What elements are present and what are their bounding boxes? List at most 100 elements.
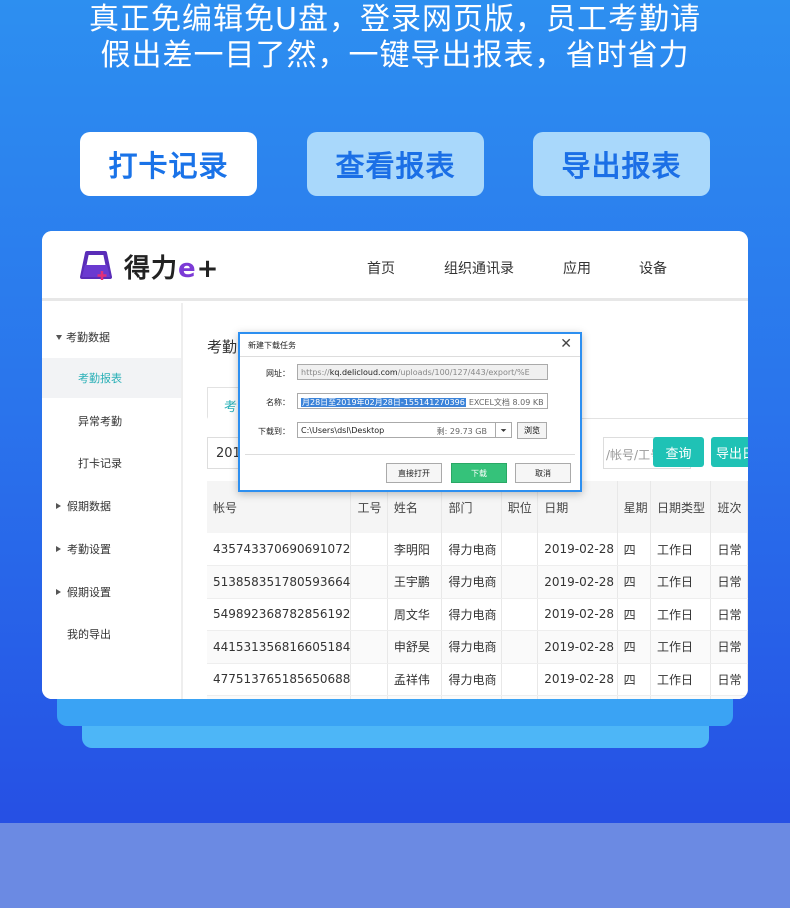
table-cell xyxy=(537,695,618,699)
table-cell: 435743370690691072 xyxy=(207,533,352,566)
table-cell xyxy=(501,533,539,566)
save-path-label: 下载到： xyxy=(258,427,290,436)
nav-home[interactable]: 首页 xyxy=(367,258,395,278)
feature-tab-view-report[interactable]: 查看报表 xyxy=(307,132,484,196)
sidebar-group-leave-settings[interactable]: 假期设置 xyxy=(42,572,181,612)
table-cell: 2019-02-28 xyxy=(537,565,618,599)
export-button[interactable]: 导出日 xyxy=(711,437,748,467)
url-host: kq.delicloud.com xyxy=(329,368,398,377)
table-cell: 工作日 xyxy=(650,565,712,599)
table-cell xyxy=(350,630,388,664)
bottom-band xyxy=(0,823,790,908)
table-cell: 工作日 xyxy=(650,598,712,631)
table-cell xyxy=(350,598,388,631)
table-cell xyxy=(710,695,748,699)
chevron-down-icon[interactable] xyxy=(495,422,511,438)
table-cell xyxy=(207,695,352,699)
download-button[interactable]: 下载 xyxy=(451,463,507,483)
table-cell xyxy=(501,695,539,699)
url-path: /uploads/100/127/443/export/%E xyxy=(397,368,530,377)
table-cell xyxy=(501,630,539,664)
table-cell: 得力电商 xyxy=(441,565,502,599)
url-field: https://kq.delicloud.com/uploads/100/127… xyxy=(297,364,548,380)
sidebar-group-attendance-data[interactable]: 考勤数据 xyxy=(42,317,181,357)
query-button[interactable]: 查询 xyxy=(653,437,704,467)
nav-contacts[interactable]: 组织通讯录 xyxy=(444,258,514,278)
table-row[interactable]: 549892368782856192 周文华 得力电商 2019-02-28 四工作日日… xyxy=(207,598,748,631)
open-directly-button[interactable]: 直接打开 xyxy=(386,463,442,483)
table-cell: 孟祥伟 xyxy=(387,663,443,696)
column-header[interactable]: 班次 xyxy=(710,481,748,533)
filename-selected-text: 月28日至2019年02月28日-155141270396 xyxy=(301,398,466,407)
sidebar-item-abnormal-attendance[interactable]: 异常考勤 xyxy=(42,401,181,441)
table-row[interactable]: 477513765185650688 孟祥伟 得力电商 2019-02-28 四工作日日… xyxy=(207,663,748,696)
table-cell xyxy=(350,663,388,696)
download-dialog: 新建下载任务 ✕ 网址： https://kq.delicloud.com/up… xyxy=(238,332,582,492)
table-row[interactable]: 435743370690691072 李明阳 得力电商 2019-02-28 四工作日日… xyxy=(207,533,748,566)
table-cell xyxy=(387,695,443,699)
column-header[interactable]: 星期 xyxy=(617,481,652,533)
table-cell xyxy=(617,695,652,699)
table-cell: 2019-02-28 xyxy=(537,598,618,631)
table-cell: 工作日 xyxy=(650,663,712,696)
table-row[interactable] xyxy=(207,695,748,699)
close-icon[interactable]: ✕ xyxy=(560,337,572,351)
feature-tab-punch-records[interactable]: 打卡记录 xyxy=(80,132,257,196)
caret-right-icon xyxy=(56,503,61,509)
attendance-table: 帐号 工号 姓名 部门 职位 日期 星期 日期类型 班次 435743370690691072 李… xyxy=(207,481,748,699)
browse-button[interactable]: 浏览 xyxy=(517,422,547,439)
sidebar-item-label: 考勤报表 xyxy=(78,372,122,385)
headline-line-1: 真正免编辑免U盘，登录网页版，员工考勤请 xyxy=(89,2,701,37)
sidebar-item-label: 打卡记录 xyxy=(78,457,122,470)
filename-field[interactable]: 月28日至2019年02月28日-155141270396 EXCEL文档 8.0… xyxy=(297,393,548,409)
column-header[interactable]: 日期类型 xyxy=(650,481,712,533)
dialog-divider xyxy=(245,454,575,455)
table-cell: 得力电商 xyxy=(441,630,502,664)
sidebar-item-label: 我的导出 xyxy=(67,628,111,641)
caret-right-icon xyxy=(56,546,61,552)
table-row[interactable]: 441531356816605184 申舒昊 得力电商 2019-02-28 四工作日日… xyxy=(207,630,748,664)
table-cell: 工作日 xyxy=(650,630,712,664)
app-header: 得力e+ 首页 组织通讯录 应用 设备 xyxy=(42,231,748,301)
table-cell xyxy=(501,663,539,696)
free-space: 剩: 29.73 GB xyxy=(436,427,487,436)
table-cell xyxy=(501,598,539,631)
sidebar-group-leave-data[interactable]: 假期数据 xyxy=(42,486,181,526)
nav-devices[interactable]: 设备 xyxy=(639,258,667,278)
sidebar-group-attendance-settings[interactable]: 考勤设置 xyxy=(42,529,181,569)
table-cell: 王宇鹏 xyxy=(387,565,443,599)
table-cell xyxy=(350,695,388,699)
brand-logo-icon xyxy=(80,251,112,280)
sidebar-item-attendance-report[interactable]: 考勤报表 xyxy=(42,358,181,398)
table-cell: 2019-02-28 xyxy=(537,663,618,696)
table-cell: 441531356816605184 xyxy=(207,630,352,664)
table-cell: 2019-02-28 xyxy=(537,630,618,664)
table-cell: 477513765185650688 xyxy=(207,663,352,696)
table-cell xyxy=(501,565,539,599)
sidebar-item-punch-records[interactable]: 打卡记录 xyxy=(42,443,181,483)
sidebar-item-label: 考勤设置 xyxy=(67,543,111,556)
save-path-select[interactable]: C:\Users\dsl\Desktop 剩: 29.73 GB xyxy=(297,422,512,438)
table-cell: 得力电商 xyxy=(441,533,502,566)
table-cell: 日常 xyxy=(710,533,748,566)
url-label: 网址： xyxy=(266,369,290,378)
nav-apps[interactable]: 应用 xyxy=(563,258,591,278)
brand-logo-plus: + xyxy=(196,254,220,284)
table-row[interactable]: 513858351780593664 王宇鹏 得力电商 2019-02-28 四工作日日… xyxy=(207,565,748,599)
table-cell: 日常 xyxy=(710,663,748,696)
table-cell: 日常 xyxy=(710,565,748,599)
feature-tab-export-report[interactable]: 导出报表 xyxy=(533,132,710,196)
table-cell xyxy=(350,565,388,599)
sidebar-item-my-exports[interactable]: 我的导出 xyxy=(42,614,181,654)
table-cell: 四 xyxy=(617,663,652,696)
dialog-title-divider xyxy=(240,356,580,357)
url-prefix: https:// xyxy=(301,368,330,377)
brand-logo-name: 得力 xyxy=(124,254,179,284)
table-cell: 549892368782856192 xyxy=(207,598,352,631)
table-cell: 得力电商 xyxy=(441,663,502,696)
table-cell: 2019-02-28 xyxy=(537,533,618,566)
table-cell: 申舒昊 xyxy=(387,630,443,664)
cancel-button[interactable]: 取消 xyxy=(515,463,571,483)
brand-logo-text: 得力e+ xyxy=(124,248,219,285)
brand-logo-e: e xyxy=(178,254,197,284)
